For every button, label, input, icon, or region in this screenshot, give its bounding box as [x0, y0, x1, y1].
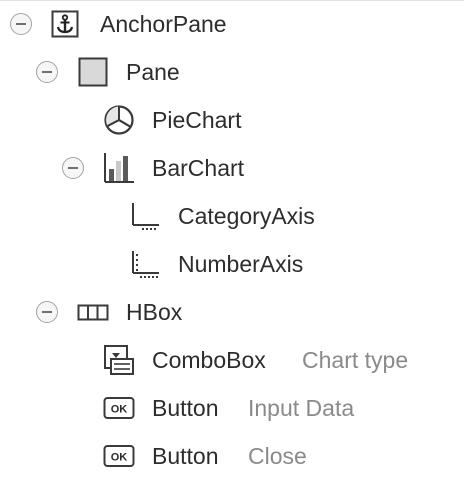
number-axis-icon — [128, 247, 162, 281]
node-label: ComboBox — [152, 347, 266, 373]
collapse-toggle[interactable] — [36, 301, 58, 323]
node-label: Button — [152, 443, 219, 469]
category-axis-icon — [128, 199, 162, 233]
node-detail: Chart type — [302, 347, 409, 373]
button-ok-icon: OK — [102, 391, 136, 425]
node-label: AnchorPane — [100, 11, 227, 37]
tree-row-combobox[interactable]: ComboBox Chart type — [0, 336, 464, 384]
combobox-icon — [102, 343, 136, 377]
button-ok-icon: OK — [102, 439, 136, 473]
node-label: CategoryAxis — [178, 203, 315, 229]
tree-row-pane[interactable]: Pane — [0, 48, 464, 96]
pie-chart-icon — [102, 103, 136, 137]
pane-icon — [76, 55, 110, 89]
node-label: HBox — [126, 299, 183, 325]
tree-row-numberaxis[interactable]: NumberAxis — [0, 240, 464, 288]
node-label: BarChart — [152, 155, 245, 181]
tree-row-barchart[interactable]: BarChart — [0, 144, 464, 192]
tree-row-button-input-data[interactable]: OK Button Input Data — [0, 384, 464, 432]
anchor-icon — [48, 7, 82, 41]
tree-row-anchorpane[interactable]: AnchorPane — [0, 0, 464, 48]
hierarchy-tree: AnchorPane Pane PieChart BarChart Catego… — [0, 0, 464, 488]
bar-chart-icon — [102, 151, 136, 185]
node-detail: Input Data — [248, 395, 355, 421]
node-label: PieChart — [152, 107, 242, 133]
svg-text:OK: OK — [111, 452, 128, 464]
collapse-toggle[interactable] — [62, 157, 84, 179]
node-label: NumberAxis — [178, 251, 304, 277]
node-label: Pane — [126, 59, 180, 85]
collapse-toggle[interactable] — [10, 13, 32, 35]
tree-row-categoryaxis[interactable]: CategoryAxis — [0, 192, 464, 240]
svg-text:OK: OK — [111, 404, 128, 416]
hbox-icon — [76, 295, 110, 329]
collapse-toggle[interactable] — [36, 61, 58, 83]
tree-row-piechart[interactable]: PieChart — [0, 96, 464, 144]
tree-row-button-close[interactable]: OK Button Close — [0, 432, 464, 480]
tree-row-hbox[interactable]: HBox — [0, 288, 464, 336]
node-label: Button — [152, 395, 219, 421]
node-detail: Close — [248, 443, 307, 469]
